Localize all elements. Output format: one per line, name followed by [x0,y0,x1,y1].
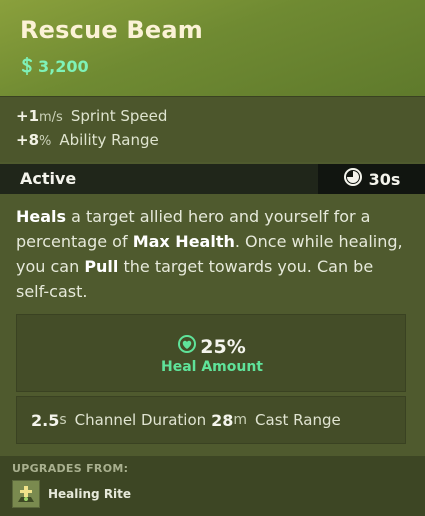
upgrades-section: UPGRADES FROM: Healing Rite [0,456,425,516]
heal-label: Heal Amount [161,359,263,375]
stat-label: Ability Range [59,131,159,149]
stat-sprint-speed: +1 m/s Sprint Speed [16,107,167,125]
stat-value: +1 [16,107,40,125]
active-label: Active [20,169,77,188]
channel-duration-value: 2.5 [31,410,60,430]
desc-keyword-heals: Heals [16,207,67,226]
cast-range-label: Cast Range [255,411,341,429]
desc-keyword-pull: Pull [84,257,119,276]
cost-value: 3,200 [38,56,89,76]
item-cost: 3,200 [20,56,89,76]
soul-currency-icon [20,56,34,76]
upgrade-item-name: Healing Rite [48,487,132,501]
item-tooltip-card: Rescue Beam 3,200 +1 m/s Sprint Speed +8… [0,0,425,516]
stats-section: +1 m/s Sprint Speed +8 % Ability Range [0,96,425,162]
upgrades-title: UPGRADES FROM: [12,462,129,475]
heal-value-row: 25% [17,335,407,358]
cast-range-unit: m [233,412,248,428]
desc-keyword-max-health: Max Health [132,232,235,251]
cast-range-value: 28 [211,410,234,430]
channel-duration-label: Channel Duration [74,411,207,429]
heal-amount-box: 25% Heal Amount [16,314,406,392]
stat-unit: m/s [39,110,63,125]
cooldown-badge: 30s [318,164,425,194]
channel-duration-unit: s [59,412,67,428]
stat-ability-range: +8 % Ability Range [16,131,159,149]
cooldown-value: 30s [368,169,401,189]
tooltip-header: Rescue Beam 3,200 [0,0,425,96]
stat-label: Sprint Speed [70,107,168,125]
channel-cast-box: 2.5 s Channel Duration 28 m Cast Range [16,396,406,444]
heal-value: 25% [200,335,246,358]
ability-description: Heals a target allied hero and yourself … [16,204,408,304]
item-title: Rescue Beam [20,16,203,44]
stat-unit: % [39,134,52,149]
cooldown-clock-icon [343,167,363,191]
heal-heart-icon [178,335,197,358]
upgrade-item[interactable]: Healing Rite [12,480,131,508]
healing-rite-icon [12,480,40,508]
stat-value: +8 [16,131,40,149]
active-bar: Active 30s [0,164,425,194]
